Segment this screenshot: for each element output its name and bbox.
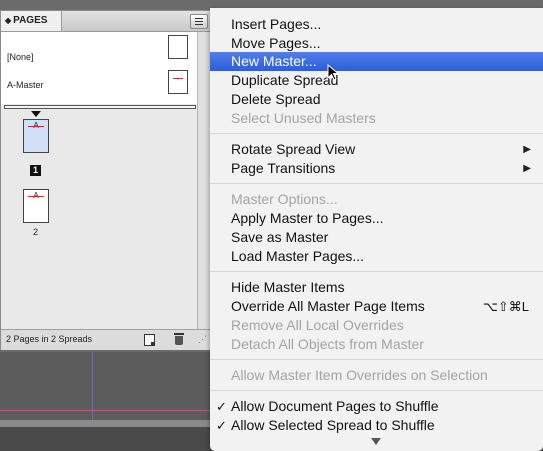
menu-item-override-all-master-items[interactable]: Override All Master Page Items ⌥⇧⌘L	[210, 297, 543, 316]
menu-item-label: New Master...	[231, 53, 317, 69]
menu-separator	[210, 359, 543, 360]
menu-item-page-transitions[interactable]: Page Transitions ▶	[210, 159, 543, 178]
menu-item-label: Remove All Local Overrides	[231, 317, 404, 333]
keyboard-shortcut: ⌥⇧⌘L	[482, 299, 529, 314]
menu-item-label: Apply Master to Pages...	[231, 210, 384, 226]
menu-item-select-unused-masters[interactable]: Select Unused Masters	[210, 109, 543, 128]
menu-item-allow-master-overrides[interactable]: Allow Master Item Overrides on Selection	[210, 366, 543, 385]
guide-line-horizontal	[0, 410, 215, 411]
menu-item-duplicate-spread[interactable]: Duplicate Spread	[210, 71, 543, 90]
trash-can	[175, 336, 183, 345]
menu-item-label: Load Master Pages...	[231, 248, 365, 264]
menu-item-detach-all-objects[interactable]: Detach All Objects from Master	[210, 335, 543, 354]
menu-item-label: Override All Master Page Items	[231, 298, 425, 314]
menu-item-new-master[interactable]: New Master...	[210, 52, 543, 71]
menu-separator	[210, 183, 543, 184]
menu-separator	[210, 390, 543, 391]
panel-section-divider[interactable]	[4, 105, 196, 109]
menu-item-label: Hide Master Items	[231, 279, 345, 295]
checkmark-icon: ✓	[216, 399, 227, 414]
menu-item-move-pages[interactable]: Move Pages...	[210, 34, 543, 53]
menu-item-load-master-pages[interactable]: Load Master Pages...	[210, 247, 543, 266]
current-page-marker-icon	[31, 111, 41, 117]
footer-status: 2 Pages in 2 Spreads	[6, 334, 93, 344]
menu-item-label: Allow Selected Spread to Shuffle	[231, 417, 435, 433]
menu-item-rotate-spread-view[interactable]: Rotate Spread View ▶	[210, 140, 543, 159]
menu-separator	[210, 271, 543, 272]
menu-item-label: Rotate Spread View	[231, 141, 356, 157]
menu-item-delete-spread[interactable]: Delete Spread	[210, 90, 543, 109]
menu-separator	[210, 133, 543, 134]
page-thumbnail-2[interactable]: A	[23, 189, 49, 223]
menu-item-label: Delete Spread	[231, 91, 321, 107]
menu-scroll-down-icon[interactable]	[371, 438, 381, 445]
master-thumbnail-none[interactable]	[168, 35, 188, 59]
menu-item-label: Duplicate Spread	[231, 72, 339, 88]
menu-item-label: Allow Master Item Overrides on Selection	[231, 367, 488, 383]
menu-item-remove-local-overrides[interactable]: Remove All Local Overrides	[210, 316, 543, 335]
submenu-arrow-icon: ▶	[523, 163, 531, 174]
collapse-arrows-icon: ◆	[5, 16, 12, 25]
pages-panel-menu: Insert Pages... Move Pages... New Master…	[210, 8, 543, 451]
trash-lid	[174, 333, 184, 335]
resize-grip-icon[interactable]: ⋰	[198, 334, 208, 346]
menu-item-label: Detach All Objects from Master	[231, 336, 424, 352]
page-thumbnail-1[interactable]: A	[23, 119, 49, 153]
pages-tab[interactable]: ◆ PAGES	[1, 11, 62, 31]
master-margin-mark	[173, 78, 183, 79]
master-thumbnail-a[interactable]	[168, 70, 188, 94]
trash-icon[interactable]	[174, 333, 184, 345]
page-margin-mark	[28, 126, 44, 127]
menu-lines-icon	[195, 18, 203, 19]
menu-item-apply-master[interactable]: Apply Master to Pages...	[210, 209, 543, 228]
menu-item-allow-spread-shuffle[interactable]: ✓ Allow Selected Spread to Shuffle	[210, 416, 543, 435]
mouse-pointer-icon	[327, 64, 340, 81]
submenu-arrow-icon: ▶	[523, 144, 531, 155]
checkmark-icon: ✓	[216, 418, 227, 433]
panel-menu-button[interactable]	[190, 14, 208, 29]
menu-lines-icon-mid	[195, 21, 203, 22]
menu-item-label: Insert Pages...	[231, 16, 322, 32]
menu-item-master-options[interactable]: Master Options...	[210, 190, 543, 209]
pages-tab-label: PAGES	[13, 15, 48, 26]
menu-item-allow-document-pages-shuffle[interactable]: ✓ Allow Document Pages to Shuffle	[210, 397, 543, 416]
menu-item-insert-pages[interactable]: Insert Pages...	[210, 15, 543, 34]
menu-item-label: Master Options...	[231, 191, 338, 207]
menu-item-label: Page Transitions	[231, 160, 336, 176]
menu-item-label: Save as Master	[231, 229, 329, 245]
menu-item-hide-master-items[interactable]: Hide Master Items	[210, 278, 543, 297]
menu-item-label: Allow Document Pages to Shuffle	[231, 398, 439, 414]
menu-lines-icon-bottom	[195, 24, 203, 25]
panel-footer: 2 Pages in 2 Spreads ⋰	[1, 329, 211, 350]
menu-item-label: Move Pages...	[231, 35, 321, 51]
menu-item-save-as-master[interactable]: Save as Master	[210, 228, 543, 247]
panel-header: ◆ PAGES	[1, 11, 211, 32]
menu-item-label: Select Unused Masters	[231, 110, 376, 126]
page-number-1: 1	[30, 165, 41, 176]
page-number-2: 2	[32, 227, 38, 237]
new-page-icon[interactable]	[144, 334, 155, 346]
page-margin-mark	[28, 196, 44, 197]
masters-section: [None] A-Master	[1, 32, 197, 104]
master-item-none-label[interactable]: [None]	[7, 52, 34, 62]
pages-panel: ◆PAGES [None] A-Master A 1 A 2 2 Pages i…	[0, 10, 212, 350]
master-item-a-label[interactable]: A-Master	[7, 80, 44, 90]
